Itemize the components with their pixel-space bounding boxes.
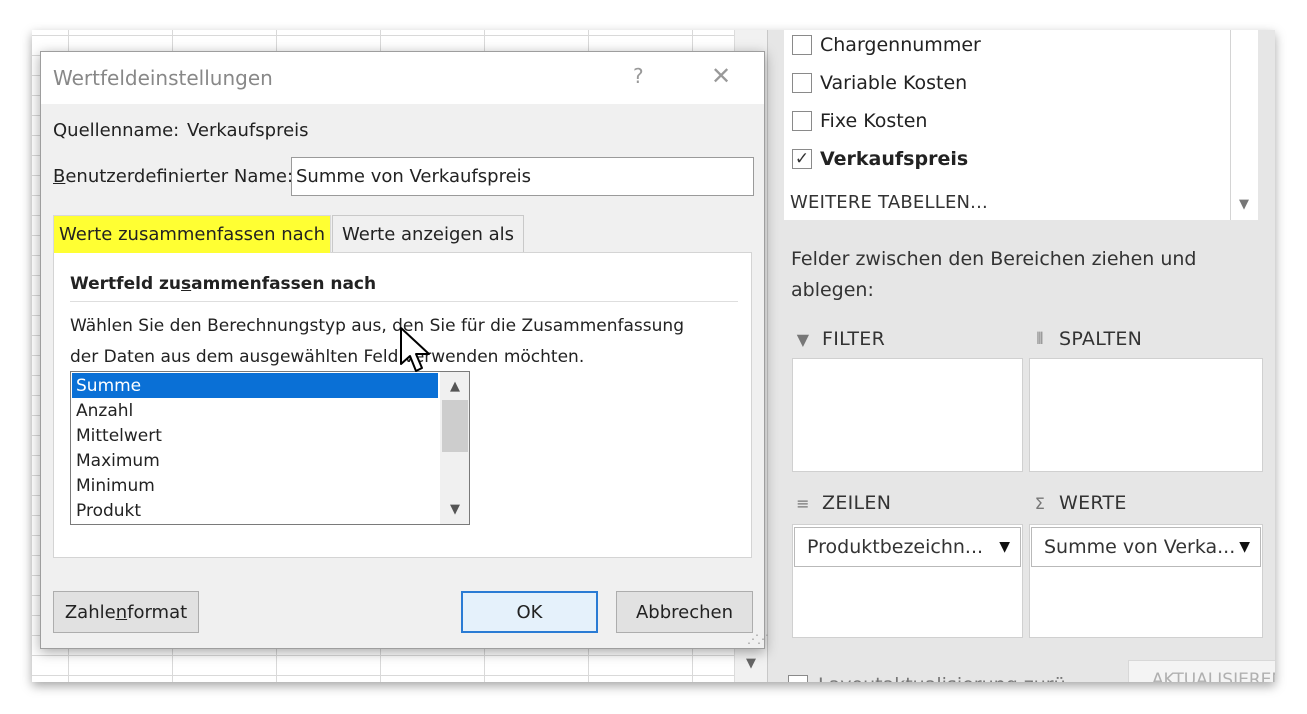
close-icon[interactable]: ✕: [711, 62, 731, 90]
values-area-header: Σ WERTE: [1031, 488, 1127, 518]
filter-drop-area[interactable]: [792, 358, 1023, 472]
ok-button[interactable]: OK: [461, 591, 598, 633]
mnemonic-letter: n: [115, 601, 128, 623]
number-format-button[interactable]: Zahle n format: [53, 591, 199, 633]
field-list: Chargennummer Variable Kosten Fixe Koste…: [784, 30, 1257, 220]
dropdown-arrow-icon[interactable]: ▼: [1239, 539, 1250, 555]
defer-update-label: Layoutaktualisierung zurü...: [818, 674, 1084, 682]
custom-name-label: Benutzerdefinierter Name:: [53, 166, 293, 187]
chevron-up-icon[interactable]: ▲: [440, 374, 469, 398]
summarize-tab-panel: Wertfeld zusammenfassen nach Wählen Sie …: [53, 252, 752, 558]
sigma-icon: Σ: [1034, 493, 1046, 513]
rows-label: ZEILEN: [822, 492, 892, 514]
title-part: ammenfassen nach: [191, 274, 377, 294]
field-item-variable-kosten[interactable]: Variable Kosten: [792, 70, 967, 96]
checkbox-checked[interactable]: ✓: [792, 149, 812, 169]
pivot-field-pane: Chargennummer Variable Kosten Fixe Koste…: [767, 30, 1275, 682]
chevron-down-icon[interactable]: ▼: [1232, 190, 1256, 218]
checkmark-icon: ✓: [794, 148, 810, 169]
source-name-value: Verkaufspreis: [187, 120, 309, 141]
values-label: WERTE: [1059, 492, 1127, 514]
chip-label: Summe von Verka...: [1044, 536, 1236, 558]
columns-icon: ⦀: [1036, 329, 1044, 348]
dropdown-arrow-icon[interactable]: ▼: [999, 539, 1010, 555]
update-button[interactable]: AKTUALISIEREN: [1128, 660, 1275, 682]
chip-label: Produktbezeichn...: [807, 536, 984, 558]
group-title: Wertfeld zusammenfassen nach: [70, 274, 376, 294]
field-label: Verkaufspreis: [820, 148, 969, 170]
dialog-title: Wertfeldeinstellungen: [53, 66, 273, 90]
calculation-type-listbox[interactable]: Summe Anzahl Mittelwert Maximum Minimum …: [70, 371, 470, 525]
checkbox[interactable]: [792, 35, 812, 55]
checkbox[interactable]: [792, 111, 812, 131]
filter-area-header: ▼ FILTER: [794, 324, 885, 354]
list-item-produkt[interactable]: Produkt: [72, 498, 438, 523]
mnemonic-letter: B: [53, 166, 66, 187]
resize-grip-icon[interactable]: ⋰⋰: [747, 632, 769, 646]
field-label: Fixe Kosten: [820, 110, 928, 132]
areas-instruction: Felder zwischen den Bereichen ziehen und…: [791, 248, 1197, 301]
label-part: Zahle: [64, 601, 116, 623]
rows-field-chip[interactable]: Produktbezeichn... ▼: [794, 527, 1021, 567]
title-part: Wertfeld zu: [70, 274, 182, 294]
values-field-chip[interactable]: Summe von Verka... ▼: [1031, 527, 1261, 567]
list-item-summe[interactable]: Summe: [72, 373, 438, 398]
tab-summarize-values[interactable]: Werte zusammenfassen nach: [53, 215, 331, 253]
field-label: Variable Kosten: [820, 72, 968, 94]
field-item-verkaufspreis[interactable]: ✓ Verkaufspreis: [792, 146, 968, 172]
custom-name-input[interactable]: [291, 157, 754, 196]
field-item-fixe-kosten[interactable]: Fixe Kosten: [792, 108, 927, 134]
dialog-titlebar: Wertfeldeinstellungen ? ✕: [41, 52, 764, 104]
checkbox[interactable]: [792, 73, 812, 93]
source-name-label: Quellenname:: [53, 120, 180, 141]
list-item-mittelwert[interactable]: Mittelwert: [72, 423, 438, 448]
field-label: Chargennummer: [820, 34, 981, 56]
columns-area-header: ⦀ SPALTEN: [1031, 324, 1142, 354]
chevron-down-icon[interactable]: ▼: [738, 650, 764, 676]
scrollbar-thumb[interactable]: [442, 400, 468, 452]
checkbox[interactable]: [788, 675, 808, 682]
cancel-button[interactable]: Abbrechen: [616, 591, 753, 633]
help-icon[interactable]: ?: [633, 64, 644, 88]
label-text: enutzerdefinierter Name:: [65, 166, 294, 187]
rows-icon: ≡: [796, 493, 810, 513]
chevron-down-icon[interactable]: ▼: [440, 497, 469, 521]
group-divider: [70, 301, 738, 302]
list-item-anzahl[interactable]: Anzahl: [72, 398, 438, 423]
columns-drop-area[interactable]: [1029, 358, 1263, 472]
list-item-minimum[interactable]: Minimum: [72, 473, 438, 498]
filter-icon: ▼: [796, 329, 810, 349]
tab-show-values-as[interactable]: Werte anzeigen als: [332, 215, 524, 253]
more-tables-link[interactable]: WEITERE TABELLEN...: [790, 192, 988, 213]
filter-label: FILTER: [822, 328, 886, 350]
list-item-maximum[interactable]: Maximum: [72, 448, 438, 473]
mnemonic-letter: s: [181, 274, 192, 294]
defer-update-row[interactable]: Layoutaktualisierung zurü...: [788, 670, 1084, 682]
label-part: format: [127, 601, 188, 623]
rows-area-header: ≡ ZEILEN: [794, 488, 891, 518]
listbox-scrollbar[interactable]: ▲ ▼: [440, 372, 469, 524]
mouse-cursor-icon: [400, 327, 430, 372]
columns-label: SPALTEN: [1059, 328, 1143, 350]
field-item-chargennummer[interactable]: Chargennummer: [792, 32, 981, 58]
